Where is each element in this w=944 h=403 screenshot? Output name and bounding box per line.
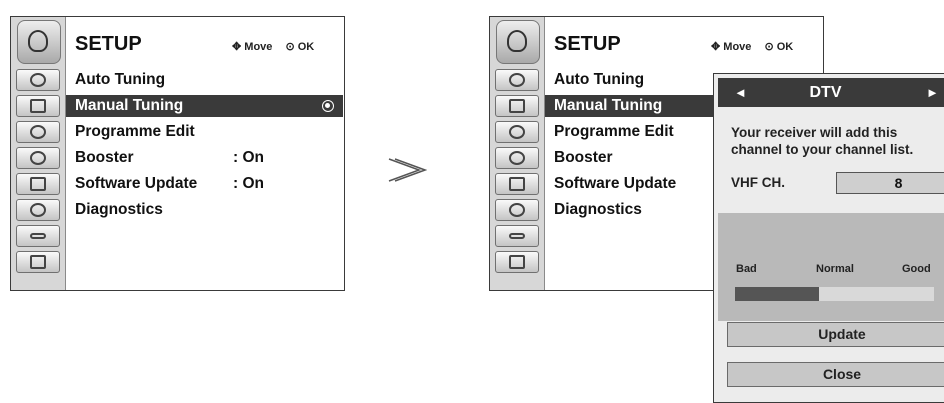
lock-icon[interactable] bbox=[495, 173, 539, 195]
move-hint: Move bbox=[244, 41, 273, 53]
radio-select-icon bbox=[322, 100, 334, 112]
move-hint: Move bbox=[723, 41, 752, 53]
menu-item-label: Programme Edit bbox=[75, 123, 195, 140]
menu-item-diagnostics[interactable]: Diagnostics bbox=[545, 199, 725, 221]
right-arrow-icon[interactable]: ► bbox=[926, 78, 939, 107]
menu-item-auto-tuning[interactable]: Auto Tuning bbox=[545, 69, 725, 91]
signal-good-label: Good bbox=[902, 263, 931, 275]
signal-bad-label: Bad bbox=[736, 263, 757, 275]
signal-strength-bar bbox=[735, 287, 934, 301]
close-button[interactable]: Close bbox=[727, 362, 944, 387]
menu-item-label: Auto Tuning bbox=[554, 71, 645, 88]
page-title: SETUP bbox=[75, 33, 142, 55]
input-plug-icon[interactable] bbox=[495, 225, 539, 247]
menu-item-programme-edit[interactable]: Programme Edit bbox=[545, 121, 725, 143]
move-icon: ✥ bbox=[711, 41, 721, 53]
menu-item-label: Diagnostics bbox=[554, 201, 642, 218]
category-glyph bbox=[509, 177, 525, 191]
menu-item-diagnostics[interactable]: Diagnostics bbox=[66, 199, 343, 221]
ok-hint: OK bbox=[297, 41, 315, 53]
menu-item-label: Auto Tuning bbox=[75, 71, 166, 88]
shield-icon[interactable] bbox=[16, 199, 60, 221]
vhf-channel-label: VHF CH. bbox=[731, 175, 785, 190]
screen-icon[interactable] bbox=[16, 95, 60, 117]
speaker-icon[interactable] bbox=[16, 121, 60, 143]
satellite-dish-icon bbox=[496, 20, 540, 64]
ok-hint: OK bbox=[776, 41, 794, 53]
menu-item-label: Software Update bbox=[554, 175, 677, 192]
category-glyph bbox=[30, 151, 46, 165]
menu-item-value: : On bbox=[233, 175, 264, 192]
selector-title: DTV bbox=[809, 84, 842, 101]
menu-item-booster[interactable]: Booster bbox=[545, 147, 725, 169]
menu-item-label: Manual Tuning bbox=[554, 97, 663, 114]
satellite-dish-icon bbox=[17, 20, 61, 64]
menu-item-label: Software Update bbox=[75, 175, 198, 192]
category-glyph bbox=[509, 73, 525, 87]
menu-item-programme-edit[interactable]: Programme Edit bbox=[66, 121, 343, 143]
menu-item-label: Booster bbox=[75, 149, 134, 166]
category-glyph bbox=[509, 151, 525, 165]
menu-item-manual-tuning[interactable]: Manual Tuning bbox=[66, 95, 343, 117]
menu-item-auto-tuning[interactable]: Auto Tuning bbox=[66, 69, 343, 91]
globe-icon[interactable] bbox=[495, 69, 539, 91]
menu-item-label: Booster bbox=[554, 149, 613, 166]
input-plug-icon[interactable] bbox=[16, 225, 60, 247]
category-glyph bbox=[30, 255, 46, 269]
shield-icon[interactable] bbox=[495, 199, 539, 221]
category-glyph bbox=[30, 73, 46, 87]
ok-icon: ⊙ bbox=[285, 41, 295, 53]
menu-item-software-update[interactable]: Software Update bbox=[545, 173, 725, 195]
category-glyph bbox=[30, 177, 46, 191]
settings-icon[interactable] bbox=[16, 251, 60, 273]
category-glyph bbox=[30, 99, 46, 113]
move-icon: ✥ bbox=[232, 41, 242, 53]
setup-panel-left: SETUP ✥ Move ⊙ OK Auto Tuning Manual Tun… bbox=[10, 16, 345, 291]
next-step-arrow-icon bbox=[388, 158, 427, 182]
menu-item-software-update[interactable]: Software Update : On bbox=[66, 173, 343, 195]
category-glyph bbox=[509, 255, 525, 269]
signal-strength-area: Bad Normal Good bbox=[718, 213, 944, 321]
category-glyph bbox=[509, 99, 525, 113]
signal-normal-label: Normal bbox=[816, 263, 854, 275]
clock-icon[interactable] bbox=[495, 147, 539, 169]
globe-icon[interactable] bbox=[16, 69, 60, 91]
clock-icon[interactable] bbox=[16, 147, 60, 169]
category-glyph bbox=[509, 233, 525, 239]
ok-icon: ⊙ bbox=[764, 41, 774, 53]
menu-item-label: Programme Edit bbox=[554, 123, 674, 140]
dtv-selector[interactable]: ◄ DTV ► bbox=[718, 78, 944, 107]
menu-item-label: Diagnostics bbox=[75, 201, 163, 218]
category-glyph bbox=[30, 233, 46, 239]
menu-item-manual-tuning[interactable]: Manual Tuning bbox=[545, 95, 725, 117]
update-button[interactable]: Update bbox=[727, 322, 944, 347]
vhf-channel-input[interactable]: 8 bbox=[836, 172, 944, 194]
category-glyph bbox=[509, 125, 525, 139]
category-icon-column bbox=[490, 17, 545, 290]
lock-icon[interactable] bbox=[16, 173, 60, 195]
menu-item-value: : On bbox=[233, 149, 264, 166]
category-glyph bbox=[30, 203, 46, 217]
menu-item-label: Manual Tuning bbox=[75, 97, 184, 114]
page-title: SETUP bbox=[554, 33, 621, 55]
manual-tuning-popup: ◄ DTV ► Your receiver will add this chan… bbox=[713, 73, 944, 403]
category-icon-column bbox=[11, 17, 66, 290]
signal-strength-fill bbox=[735, 287, 819, 301]
category-glyph bbox=[509, 203, 525, 217]
key-hints: ✥ Move ⊙ OK bbox=[232, 40, 314, 53]
category-glyph bbox=[30, 125, 46, 139]
key-hints: ✥ Move ⊙ OK bbox=[711, 40, 793, 53]
menu-item-booster[interactable]: Booster : On bbox=[66, 147, 343, 169]
popup-message: Your receiver will add this channel to y… bbox=[731, 125, 914, 157]
screen-icon[interactable] bbox=[495, 95, 539, 117]
settings-icon[interactable] bbox=[495, 251, 539, 273]
speaker-icon[interactable] bbox=[495, 121, 539, 143]
